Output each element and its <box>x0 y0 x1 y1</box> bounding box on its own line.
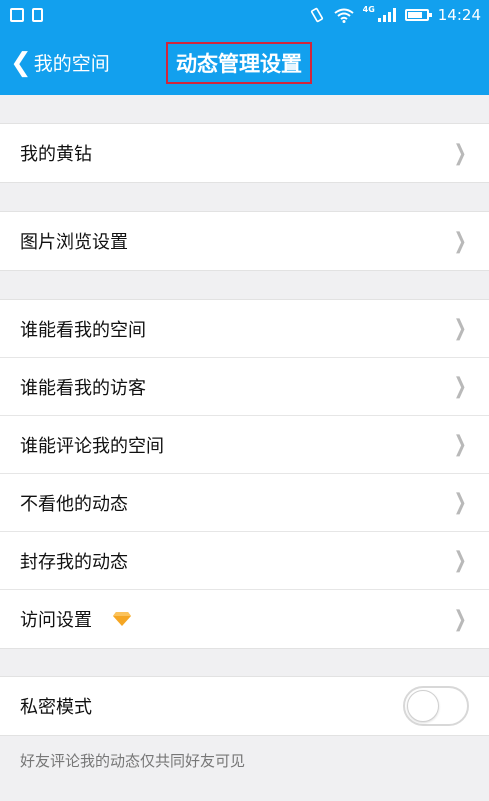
nav-bar: ❮ 我的空间 动态管理设置 <box>0 30 489 95</box>
page-title: 动态管理设置 <box>166 42 312 84</box>
private-mode-toggle[interactable] <box>403 686 469 726</box>
toggle-knob <box>407 690 439 722</box>
chevron-right-icon: ❯ <box>453 374 467 399</box>
settings-group-4: 私密模式 <box>0 676 489 736</box>
chevron-right-icon: ❯ <box>453 490 467 515</box>
settings-group-2: 图片浏览设置 ❯ <box>0 211 489 271</box>
setting-label: 谁能看我的空间 <box>20 319 146 341</box>
status-bar: 4G 14:24 <box>0 0 489 30</box>
signal-icon <box>377 8 396 22</box>
setting-label: 图片浏览设置 <box>20 232 128 253</box>
image-notification-icon <box>10 8 24 22</box>
setting-label: 谁能看我的访客 <box>20 377 146 399</box>
back-label: 我的空间 <box>33 53 110 75</box>
setting-hide-their-feed[interactable]: 不看他的动态 ❯ <box>0 474 489 532</box>
diamond-icon <box>113 612 131 626</box>
settings-group-3: 谁能看我的空间 ❯ 谁能看我的访客 ❯ 谁能评论我的空间 ❯ 不看他的动态 ❯ … <box>0 299 489 649</box>
setting-who-can-view-space[interactable]: 谁能看我的空间 ❯ <box>0 300 489 358</box>
chevron-right-icon: ❯ <box>453 432 467 457</box>
setting-label: 私密模式 <box>20 697 92 718</box>
settings-group-1: 我的黄钻 ❯ <box>0 123 489 183</box>
setting-who-can-view-visitors[interactable]: 谁能看我的访客 ❯ <box>0 358 489 416</box>
wifi-icon <box>334 8 354 23</box>
setting-label: 我的黄钻 <box>20 144 92 165</box>
chevron-right-icon: ❯ <box>453 316 467 341</box>
setting-yellow-diamond[interactable]: 我的黄钻 ❯ <box>0 124 489 182</box>
status-time: 14:24 <box>437 6 481 24</box>
chevron-right-icon: ❯ <box>453 228 467 254</box>
setting-who-can-comment[interactable]: 谁能评论我的空间 ❯ <box>0 416 489 474</box>
notification-icon <box>32 8 43 22</box>
chevron-right-icon: ❯ <box>453 548 467 573</box>
chevron-right-icon: ❯ <box>453 140 467 166</box>
chevron-right-icon: ❯ <box>453 606 467 632</box>
chevron-left-icon: ❮ <box>10 47 32 78</box>
network-type: 4G <box>362 4 375 14</box>
setting-label: 谁能评论我的空间 <box>20 435 164 457</box>
back-button[interactable]: ❮ 我的空间 <box>0 49 110 76</box>
vibrate-icon <box>310 7 323 23</box>
setting-label: 访问设置 <box>20 610 92 631</box>
setting-label: 封存我的动态 <box>20 551 128 573</box>
battery-icon <box>404 9 432 21</box>
setting-image-browsing[interactable]: 图片浏览设置 ❯ <box>0 212 489 270</box>
private-mode-hint: 好友评论我的动态仅共同好友可见 <box>20 752 246 770</box>
setting-access-settings[interactable]: 访问设置 ❯ <box>0 590 489 648</box>
setting-private-mode: 私密模式 <box>0 677 489 735</box>
setting-archive-my-feed[interactable]: 封存我的动态 ❯ <box>0 532 489 590</box>
setting-label: 不看他的动态 <box>20 493 128 515</box>
